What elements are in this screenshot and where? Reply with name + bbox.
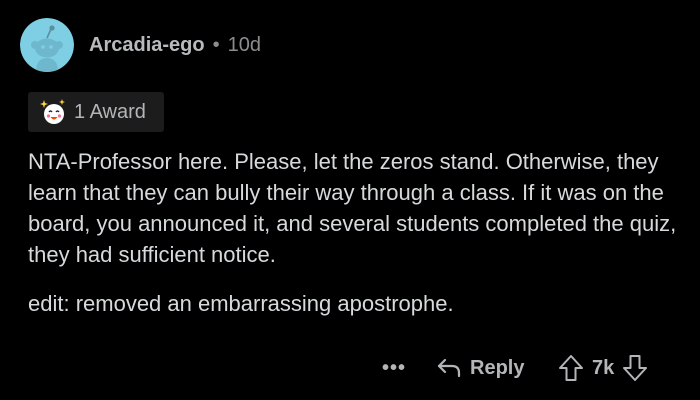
more-options-label: •••: [382, 356, 407, 379]
reply-arrow-icon: [436, 357, 462, 379]
vote-controls: 7k: [558, 352, 648, 384]
comment-body: NTA-Professor here. Please, let the zero…: [28, 146, 678, 319]
award-label: 1 Award: [74, 100, 146, 123]
more-options-button[interactable]: •••: [382, 352, 406, 384]
comment-edit-note: edit: removed an embarrassing apostrophe…: [28, 291, 454, 316]
avatar[interactable]: [20, 18, 74, 72]
comment-paragraph: NTA-Professor here. Please, let the zero…: [28, 149, 677, 267]
timestamp: 10d: [227, 34, 261, 56]
reply-button[interactable]: Reply: [436, 352, 524, 384]
separator-dot: •: [212, 34, 220, 56]
award-badge[interactable]: 1 Award: [28, 92, 164, 132]
reply-label: Reply: [470, 356, 525, 379]
comment-header: Arcadia-ego • 10d: [89, 32, 261, 58]
username-link[interactable]: Arcadia-ego: [89, 34, 205, 56]
wholesome-award-icon: [38, 97, 68, 127]
vote-count: 7k: [592, 356, 615, 379]
snoo-avatar-icon: [20, 18, 74, 72]
downvote-arrow-icon[interactable]: [622, 354, 648, 382]
upvote-arrow-icon[interactable]: [558, 354, 584, 382]
